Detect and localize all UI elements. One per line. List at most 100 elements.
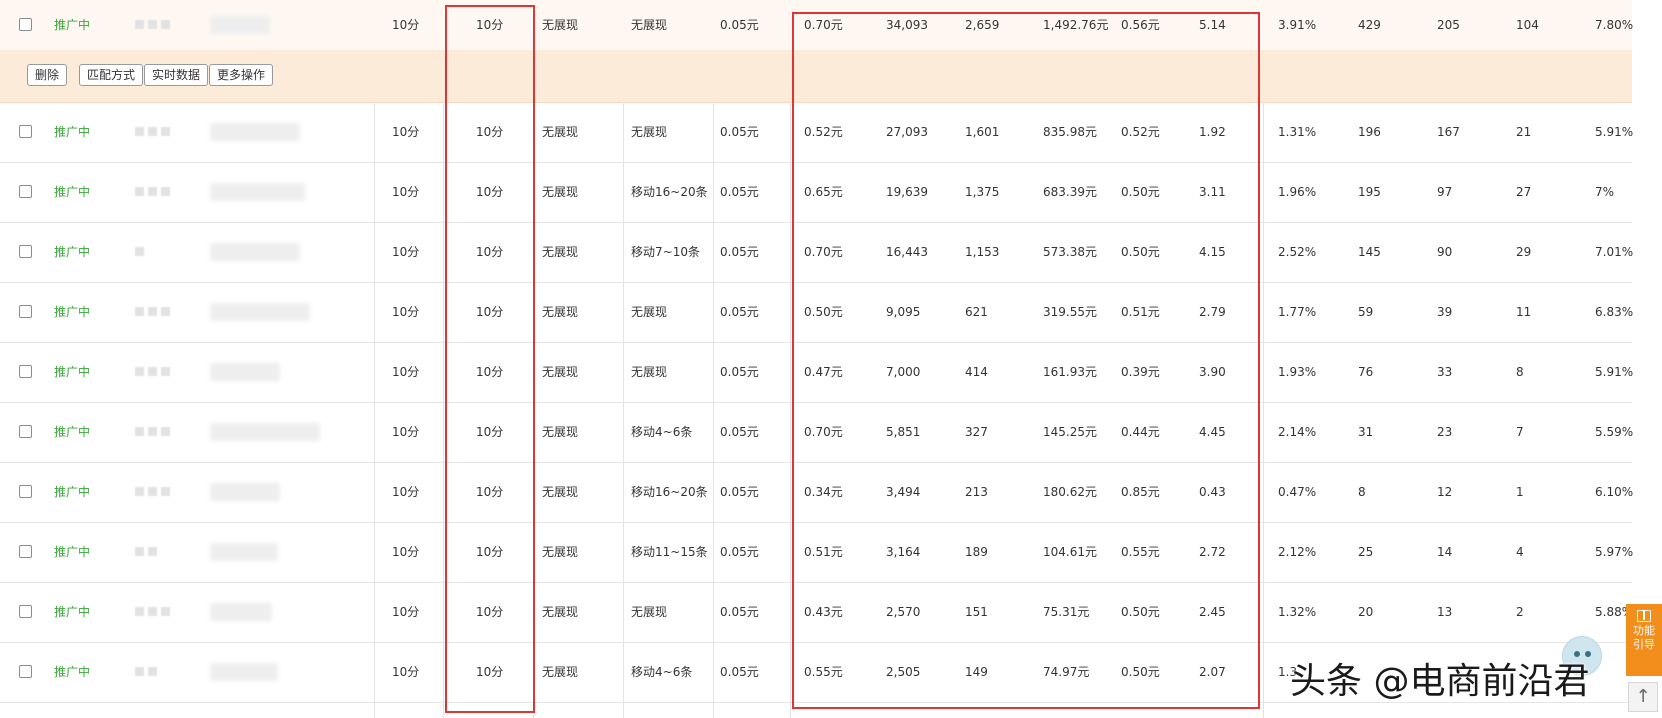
realtime-data-button[interactable]: 实时数据 (144, 64, 209, 86)
more-actions-button[interactable]: 更多操作 (209, 64, 274, 86)
cell-col-l: 1.32% (1278, 604, 1317, 619)
status-label[interactable]: 推广中 (54, 462, 90, 522)
match-type-button[interactable]: 匹配方式 (79, 64, 144, 86)
table-row: 推广中 10分 10分 无展现 移动16~20条 0.05元 0.34元 3,494 213 18… (0, 462, 1633, 523)
cell-col-d: 移动7~10条 (631, 244, 700, 259)
row-checkbox[interactable] (19, 365, 32, 378)
cell-col-c: 无展现 (542, 484, 579, 499)
cell-col-k: 1.92 (1199, 124, 1226, 139)
cell-col-b: 10分 (476, 184, 504, 199)
cell-col-j: 0.50元 (1121, 184, 1160, 199)
cell-col-j: 0.52元 (1121, 124, 1160, 139)
table-row: 推广中 10分 10分 无展现 无展现 0.05元 0.47元 7,000 414 161.93元… (0, 342, 1633, 403)
cell-col-n: 12 (1437, 484, 1453, 499)
cell-col-e: 0.05元 (720, 124, 759, 139)
cell-col-d: 无展现 (631, 124, 668, 139)
cell-col-h: 213 (965, 484, 988, 499)
row-checkbox[interactable] (19, 245, 32, 258)
cell-col-h: 1,601 (965, 124, 1000, 139)
cell-col-p: 7.80% (1595, 17, 1634, 32)
cell-col-i: 573.38元 (1043, 244, 1097, 259)
cell-col-o: 1 (1516, 484, 1524, 499)
cell-col-c: 无展现 (542, 544, 579, 559)
cell-col-m: 25 (1358, 544, 1374, 559)
cell-col-d: 无展现 (631, 17, 668, 32)
cell-col-l: 1.31% (1278, 124, 1317, 139)
cell-col-f: 0.47元 (804, 364, 843, 379)
row-action-bar: 删除 匹配方式 实时数据 更多操作 (0, 50, 1632, 103)
cell-col-h: 414 (965, 364, 988, 379)
cell-col-k: 0.43 (1199, 484, 1226, 499)
status-label[interactable]: 推广中 (54, 222, 90, 282)
cell-col-o: 4 (1516, 544, 1524, 559)
cell-col-d: 移动16~20条 (631, 484, 708, 499)
cell-col-c: 无展现 (542, 17, 579, 32)
status-label[interactable]: 推广中 (54, 642, 90, 702)
row-checkbox[interactable] (19, 125, 32, 138)
cell-col-d: 移动16~20条 (631, 184, 708, 199)
cell-col-n: 205 (1437, 17, 1460, 32)
feature-guide-button[interactable]: 功能 引导 (1626, 604, 1662, 676)
redacted-keyword-text (210, 483, 280, 501)
row-checkbox[interactable] (19, 305, 32, 318)
row-checkbox[interactable] (19, 665, 32, 678)
redacted-keyword (135, 247, 144, 256)
scroll-to-top-button[interactable]: ↑ (1628, 682, 1658, 712)
row-checkbox[interactable] (19, 425, 32, 438)
cell-col-m: 429 (1358, 17, 1381, 32)
row-checkbox[interactable] (19, 605, 32, 618)
cell-col-b: 10分 (476, 544, 504, 559)
cell-col-f: 0.34元 (804, 484, 843, 499)
cell-col-n: 23 (1437, 424, 1453, 439)
redacted-keyword-text (210, 603, 272, 621)
cell-col-g: 5,851 (886, 424, 921, 439)
cell-col-e: 0.05元 (720, 544, 759, 559)
status-label[interactable]: 推广中 (54, 342, 90, 402)
cell-col-c: 无展现 (542, 304, 579, 319)
table-row: 推广中 10分 10分 无展现 移动16~20条 0.05元 0.65元 19,639 1,37… (0, 162, 1632, 223)
row-checkbox[interactable] (19, 485, 32, 498)
status-label[interactable]: 推广中 (54, 282, 90, 342)
cell-col-g: 16,443 (886, 244, 928, 259)
cell-col-g: 27,093 (886, 124, 928, 139)
cell-col-o: 29 (1516, 244, 1532, 259)
cell-col-g: 34,093 (886, 17, 928, 32)
cell-col-l: 1.77% (1278, 304, 1317, 319)
cell-col-m: 8 (1358, 484, 1366, 499)
cell-col-m: 20 (1358, 604, 1374, 619)
redacted-keyword-text (210, 183, 305, 201)
row-checkbox[interactable] (19, 185, 32, 198)
cell-col-h: 327 (965, 424, 988, 439)
row-checkbox[interactable] (19, 545, 32, 558)
table-row: 推广中 10分 10分 无展现 移动11~15条 0.05元 0.51元 3,164 189 10… (0, 522, 1633, 583)
book-icon (1637, 610, 1651, 622)
status-label[interactable]: 推广中 (54, 522, 90, 582)
redacted-keyword (135, 427, 170, 436)
status-label[interactable]: 推广中 (54, 582, 90, 642)
cell-col-d: 无展现 (631, 304, 668, 319)
row-checkbox[interactable] (19, 18, 32, 31)
redacted-keyword (135, 127, 170, 136)
cell-col-c: 无展现 (542, 364, 579, 379)
cell-col-h: 621 (965, 304, 988, 319)
cell-col-d: 无展现 (631, 364, 668, 379)
cell-col-n: 39 (1437, 304, 1453, 319)
status-label[interactable]: 推广中 (54, 102, 90, 162)
redacted-keyword (135, 667, 157, 676)
cell-col-l: 2.14% (1278, 424, 1317, 439)
redacted-keyword-text (210, 543, 278, 561)
cell-col-n: 97 (1437, 184, 1453, 199)
cell-col-m: 31 (1358, 424, 1374, 439)
status-label[interactable]: 推广中 (54, 162, 90, 222)
delete-button[interactable]: 删除 (27, 64, 68, 86)
cell-col-a: 10分 (392, 604, 420, 619)
status-label[interactable]: 推广中 (54, 402, 90, 462)
cell-col-b: 10分 (476, 17, 504, 32)
status-label[interactable]: 推广中 (54, 0, 90, 50)
cell-col-b: 10分 (476, 604, 504, 619)
cell-col-c: 无展现 (542, 124, 579, 139)
redacted-keyword (135, 607, 170, 616)
cell-col-j: 0.50元 (1121, 604, 1160, 619)
table-row: 推广中 10分 10分 无展现 无展现 0.05元 0.50元 9,095 621 319.55元… (0, 282, 1633, 343)
cell-col-a: 10分 (392, 664, 420, 679)
